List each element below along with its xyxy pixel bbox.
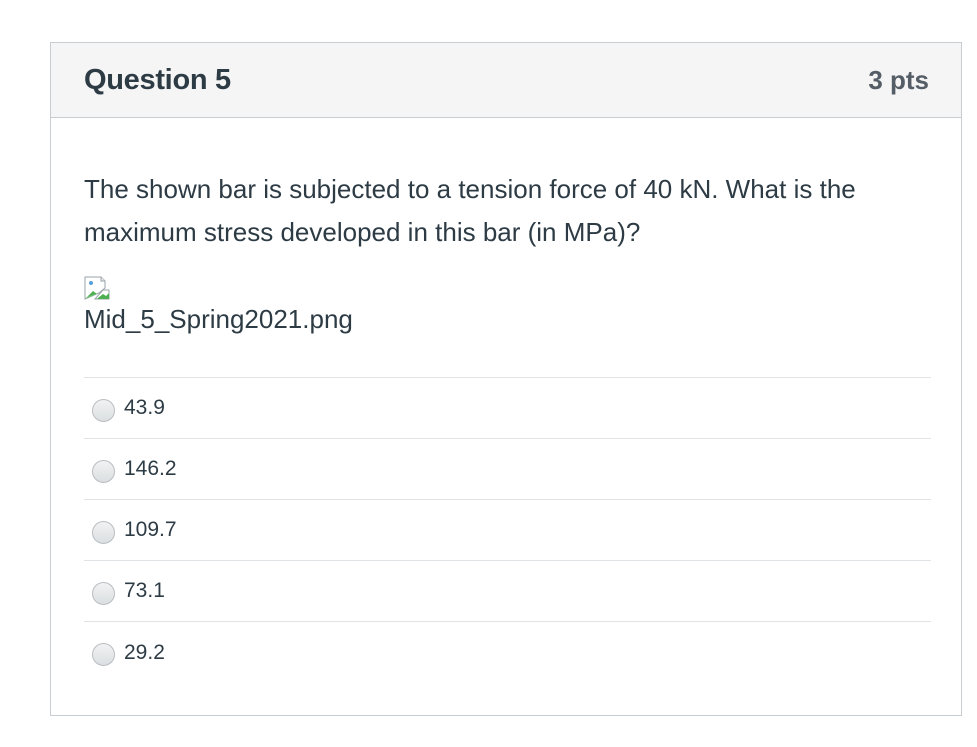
- answer-label: 109.7: [124, 518, 177, 541]
- radio-button[interactable]: [92, 581, 115, 605]
- answer-label: 29.2: [124, 640, 165, 664]
- answer-option[interactable]: 43.9: [84, 378, 931, 439]
- answer-label: 146.2: [124, 457, 177, 480]
- broken-image-icon: [84, 276, 110, 300]
- answer-label: 43.9: [124, 396, 165, 419]
- radio-button[interactable]: [92, 520, 115, 544]
- answer-option[interactable]: 146.2: [84, 439, 931, 500]
- radio-button[interactable]: [92, 398, 115, 422]
- question-body: The shown bar is subjected to a tension …: [51, 168, 961, 683]
- question-text: The shown bar is subjected to a tension …: [84, 174, 856, 247]
- question-header: Question 5 3 pts: [51, 43, 961, 118]
- radio-button[interactable]: [92, 459, 115, 483]
- answer-list: 43.9 146.2 109.7 73.1 29.2: [84, 377, 931, 683]
- answer-option[interactable]: 109.7: [84, 500, 931, 561]
- answer-option[interactable]: 73.1: [84, 561, 931, 622]
- answer-label: 73.1: [124, 579, 165, 602]
- answer-option[interactable]: 29.2: [84, 622, 931, 683]
- question-card: Question 5 3 pts The shown bar is subjec…: [50, 42, 962, 716]
- image-filename: Mid_5_Spring2021.png: [84, 304, 353, 334]
- question-title: Question 5: [84, 63, 231, 96]
- question-points: 3 pts: [868, 64, 929, 95]
- radio-button[interactable]: [92, 643, 115, 666]
